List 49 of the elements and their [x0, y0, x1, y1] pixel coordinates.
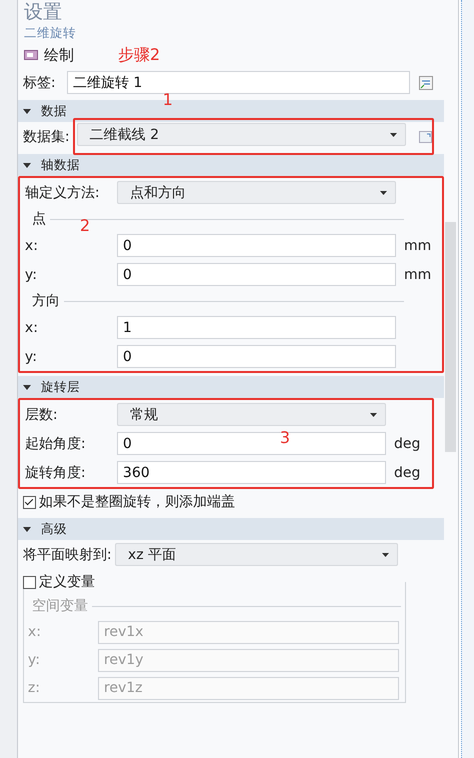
- plot-icon: [24, 50, 38, 60]
- group-title: 空间变量: [30, 597, 89, 615]
- field-label: x:: [24, 320, 39, 336]
- unit-label: mm: [403, 238, 432, 254]
- checkbox[interactable]: 如果不是整圈旋转，则添加端盖: [18, 489, 444, 515]
- label-field[interactable]: 二维旋转 1: [66, 71, 410, 94]
- plot-button[interactable]: 绘制: [24, 46, 74, 64]
- node-type: 二维旋转: [24, 24, 77, 42]
- annotation-label: 步骤2: [118, 44, 160, 66]
- unit-label: deg: [393, 436, 422, 452]
- input-field[interactable]: 0: [116, 234, 396, 257]
- checkbox[interactable]: 定义变量: [22, 569, 406, 595]
- annotation-label: 2: [80, 216, 90, 235]
- field-label: 起始角度:: [24, 434, 87, 452]
- caret-icon: [390, 132, 398, 136]
- field-label: 将平面映射到:: [22, 546, 113, 564]
- dropdown[interactable]: 常规: [116, 403, 386, 426]
- scrollbar[interactable]: [445, 222, 456, 452]
- field-label: x:: [24, 238, 39, 254]
- input-field[interactable]: 1: [116, 316, 396, 339]
- dropdown[interactable]: 点和方向: [116, 181, 396, 204]
- input-field[interactable]: 0: [116, 345, 396, 368]
- field-label: 层数:: [24, 406, 59, 424]
- caret-icon: [370, 412, 378, 416]
- field-label: y:: [24, 266, 38, 282]
- section-header[interactable]: 高级: [18, 518, 444, 540]
- dropdown[interactable]: xz 平面: [114, 543, 398, 566]
- field-label: x:: [28, 624, 42, 640]
- field-label: y:: [28, 652, 41, 668]
- panel-title: 设置: [24, 0, 63, 24]
- field-label: y:: [24, 348, 38, 364]
- caret-icon: [380, 190, 388, 194]
- field-label: 轴定义方法:: [24, 184, 101, 202]
- group-title: 方向: [30, 292, 61, 310]
- input-field[interactable]: 0: [116, 263, 396, 286]
- field-label: 旋转角度:: [24, 464, 87, 482]
- refresh-icon[interactable]: [418, 128, 434, 144]
- comment-icon[interactable]: [418, 74, 434, 90]
- section-header[interactable]: 旋转层: [18, 376, 444, 398]
- unit-label: mm: [403, 266, 432, 282]
- caret-icon: [382, 552, 390, 556]
- field-label: 标签:: [22, 74, 57, 92]
- input-field[interactable]: 360: [116, 461, 386, 484]
- unit-label: deg: [393, 464, 422, 480]
- field-label: 数据集:: [22, 128, 70, 146]
- group-title: 点: [30, 210, 47, 228]
- section-header[interactable]: 轴数据: [18, 154, 444, 176]
- field-label: z:: [28, 680, 41, 696]
- dropdown[interactable]: 二维截线 2: [76, 123, 406, 146]
